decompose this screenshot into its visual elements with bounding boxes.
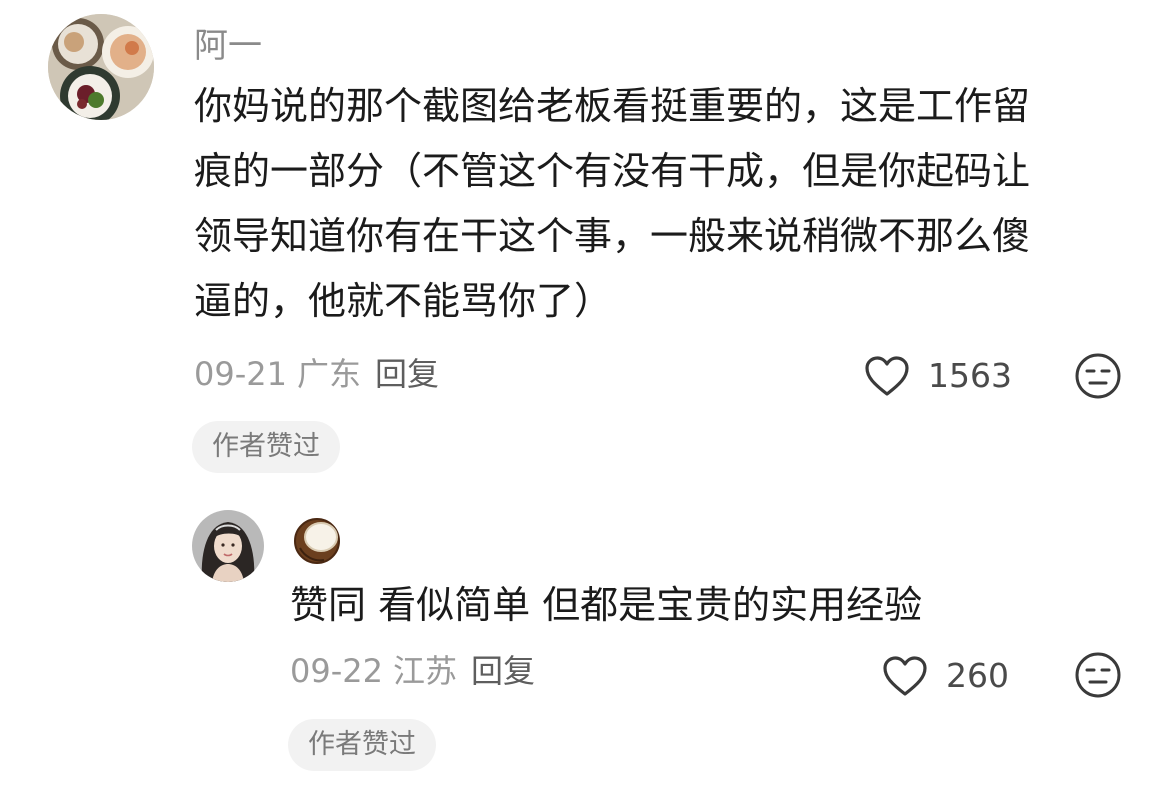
comment-text-line: 领导知道你有在干这个事，一般来说稍微不那么傻 (194, 214, 1031, 258)
like-count: 260 (946, 656, 1009, 695)
reply-button[interactable]: 回复 (471, 652, 535, 690)
comment-date: 09-21 (194, 355, 287, 393)
dislike-button[interactable] (1074, 651, 1122, 703)
like-button[interactable]: 260 (882, 652, 1009, 700)
username[interactable] (290, 512, 344, 575)
comment-meta: 09-21 广东 回复 (194, 354, 439, 394)
author-liked-badge: 作者赞过 (288, 719, 436, 771)
author-liked-badge: 作者赞过 (192, 421, 340, 473)
meh-face-icon (1075, 652, 1121, 698)
comment-location: 广东 (296, 355, 361, 393)
heart-outline-icon (865, 356, 909, 396)
heart-outline-icon (883, 656, 927, 696)
meh-face-icon (1075, 353, 1121, 399)
comment-text-line: 逼的，他就不能骂你了） (194, 279, 613, 323)
comment-location: 江苏 (392, 652, 457, 690)
like-button[interactable]: 1563 (864, 352, 1012, 400)
comment-meta: 09-22 江苏 回复 (290, 651, 535, 691)
username[interactable]: 阿一 (194, 26, 262, 66)
comment-text-line: 痕的一部分（不管这个有没有干成，但是你起码让 (194, 149, 1031, 193)
user-avatar[interactable] (48, 14, 154, 120)
comment-text-line: 赞同 看似简单 但都是宝贵的实用经验 (290, 583, 923, 627)
user-avatar[interactable] (192, 510, 264, 582)
comment-text-line: 你妈说的那个截图给老板看挺重要的，这是工作留 (194, 84, 1031, 128)
comment-text: 赞同 看似简单 但都是宝贵的实用经验 (290, 573, 922, 638)
coconut-emoji-icon (294, 518, 340, 564)
girl-portrait-avatar-icon (192, 510, 264, 582)
comment-date: 09-22 (290, 652, 383, 690)
food-plate-avatar-icon (48, 14, 154, 120)
comment-text: 你妈说的那个截图给老板看挺重要的，这是工作留 痕的一部分（不管这个有没有干成，但… (194, 74, 1030, 334)
reply-button[interactable]: 回复 (375, 355, 439, 393)
dislike-button[interactable] (1074, 352, 1122, 404)
like-count: 1563 (928, 356, 1012, 395)
